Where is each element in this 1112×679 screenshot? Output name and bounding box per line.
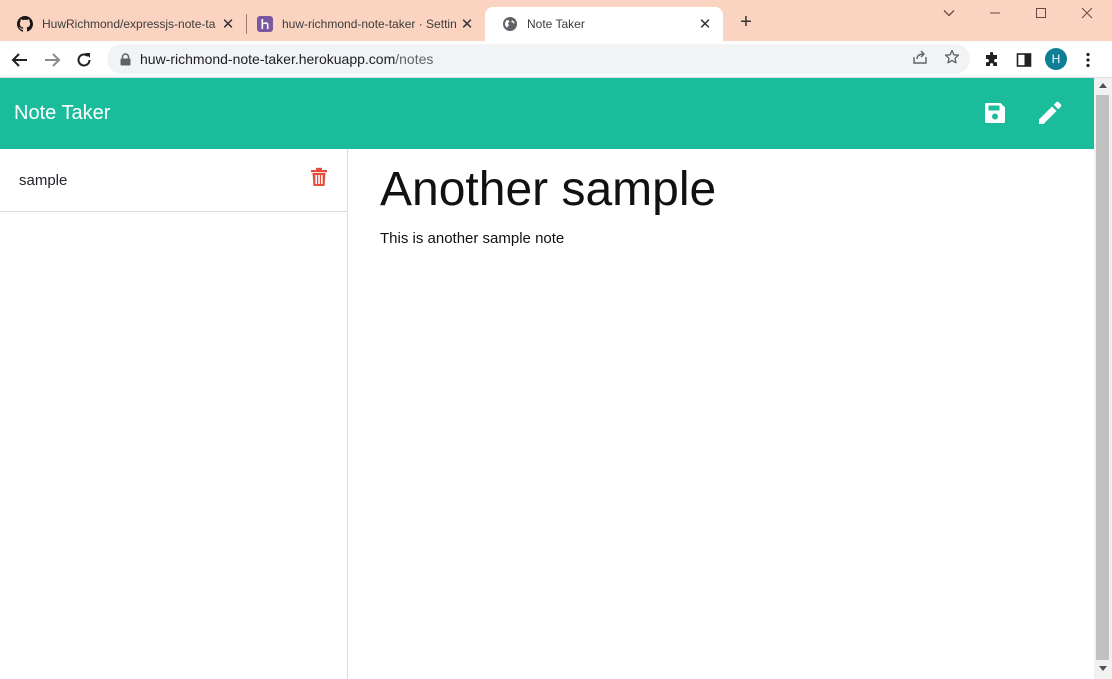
reload-icon[interactable] xyxy=(73,49,95,71)
browser-tab-strip: HuwRichmond/expressjs-note-ta ✕ huw-rich… xyxy=(0,0,1112,41)
note-title[interactable]: Another sample xyxy=(380,162,716,217)
kebab-menu-icon[interactable] xyxy=(1078,50,1098,70)
tab-search-icon[interactable] xyxy=(939,3,959,23)
close-icon[interactable]: ✕ xyxy=(697,16,713,33)
tab-title: Note Taker xyxy=(527,17,585,31)
lock-icon[interactable] xyxy=(118,52,132,66)
page-scrollbar[interactable] xyxy=(1094,78,1112,679)
back-icon[interactable] xyxy=(9,49,31,71)
new-note-pencil-icon[interactable] xyxy=(1035,98,1065,128)
tab-title: HuwRichmond/expressjs-note-ta xyxy=(42,17,216,31)
github-icon xyxy=(17,16,33,32)
share-icon[interactable] xyxy=(911,48,929,66)
avatar[interactable]: H xyxy=(1045,48,1067,70)
address-bar[interactable]: huw-richmond-note-taker.herokuapp.com/no… xyxy=(107,44,970,74)
note-list-title[interactable]: sample xyxy=(19,172,67,189)
close-icon[interactable]: ✕ xyxy=(459,16,475,33)
app-navbar: Note Taker xyxy=(0,78,1094,149)
scroll-up-arrow-icon[interactable] xyxy=(1099,83,1107,88)
url-path: /notes xyxy=(395,51,434,67)
save-note-icon[interactable] xyxy=(980,98,1010,128)
list-item[interactable]: sample xyxy=(0,149,347,212)
close-icon[interactable]: ✕ xyxy=(220,16,236,33)
browser-tab-heroku[interactable]: huw-richmond-note-taker · Settin ✕ xyxy=(240,7,485,41)
minimize-icon[interactable] xyxy=(985,3,1005,23)
browser-tab-github[interactable]: HuwRichmond/expressjs-note-ta ✕ xyxy=(0,7,246,41)
note-text[interactable]: This is another sample note xyxy=(380,230,564,247)
heroku-icon xyxy=(257,16,273,32)
bookmark-star-icon[interactable] xyxy=(943,48,961,66)
maximize-icon[interactable] xyxy=(1031,3,1051,23)
side-panel-icon[interactable] xyxy=(1014,50,1034,70)
browser-tab-note-taker[interactable]: Note Taker ✕ xyxy=(485,7,723,41)
trash-icon[interactable] xyxy=(310,167,328,187)
close-window-icon[interactable] xyxy=(1077,3,1097,23)
forward-icon[interactable] xyxy=(41,49,63,71)
url-text: huw-richmond-note-taker.herokuapp.com/no… xyxy=(140,51,433,67)
notes-list: sample xyxy=(0,149,348,679)
note-editor: Another sample This is another sample no… xyxy=(348,149,1094,679)
tab-title: huw-richmond-note-taker · Settin xyxy=(282,17,457,31)
browser-toolbar: huw-richmond-note-taker.herokuapp.com/no… xyxy=(0,41,1112,78)
extensions-icon[interactable] xyxy=(982,50,1002,70)
new-tab-button[interactable]: + xyxy=(736,12,756,32)
globe-icon xyxy=(502,16,518,32)
brand-title[interactable]: Note Taker xyxy=(14,102,110,125)
scrollbar-thumb[interactable] xyxy=(1096,95,1109,660)
url-host: huw-richmond-note-taker.herokuapp.com xyxy=(140,51,396,67)
scroll-down-arrow-icon[interactable] xyxy=(1099,666,1107,671)
